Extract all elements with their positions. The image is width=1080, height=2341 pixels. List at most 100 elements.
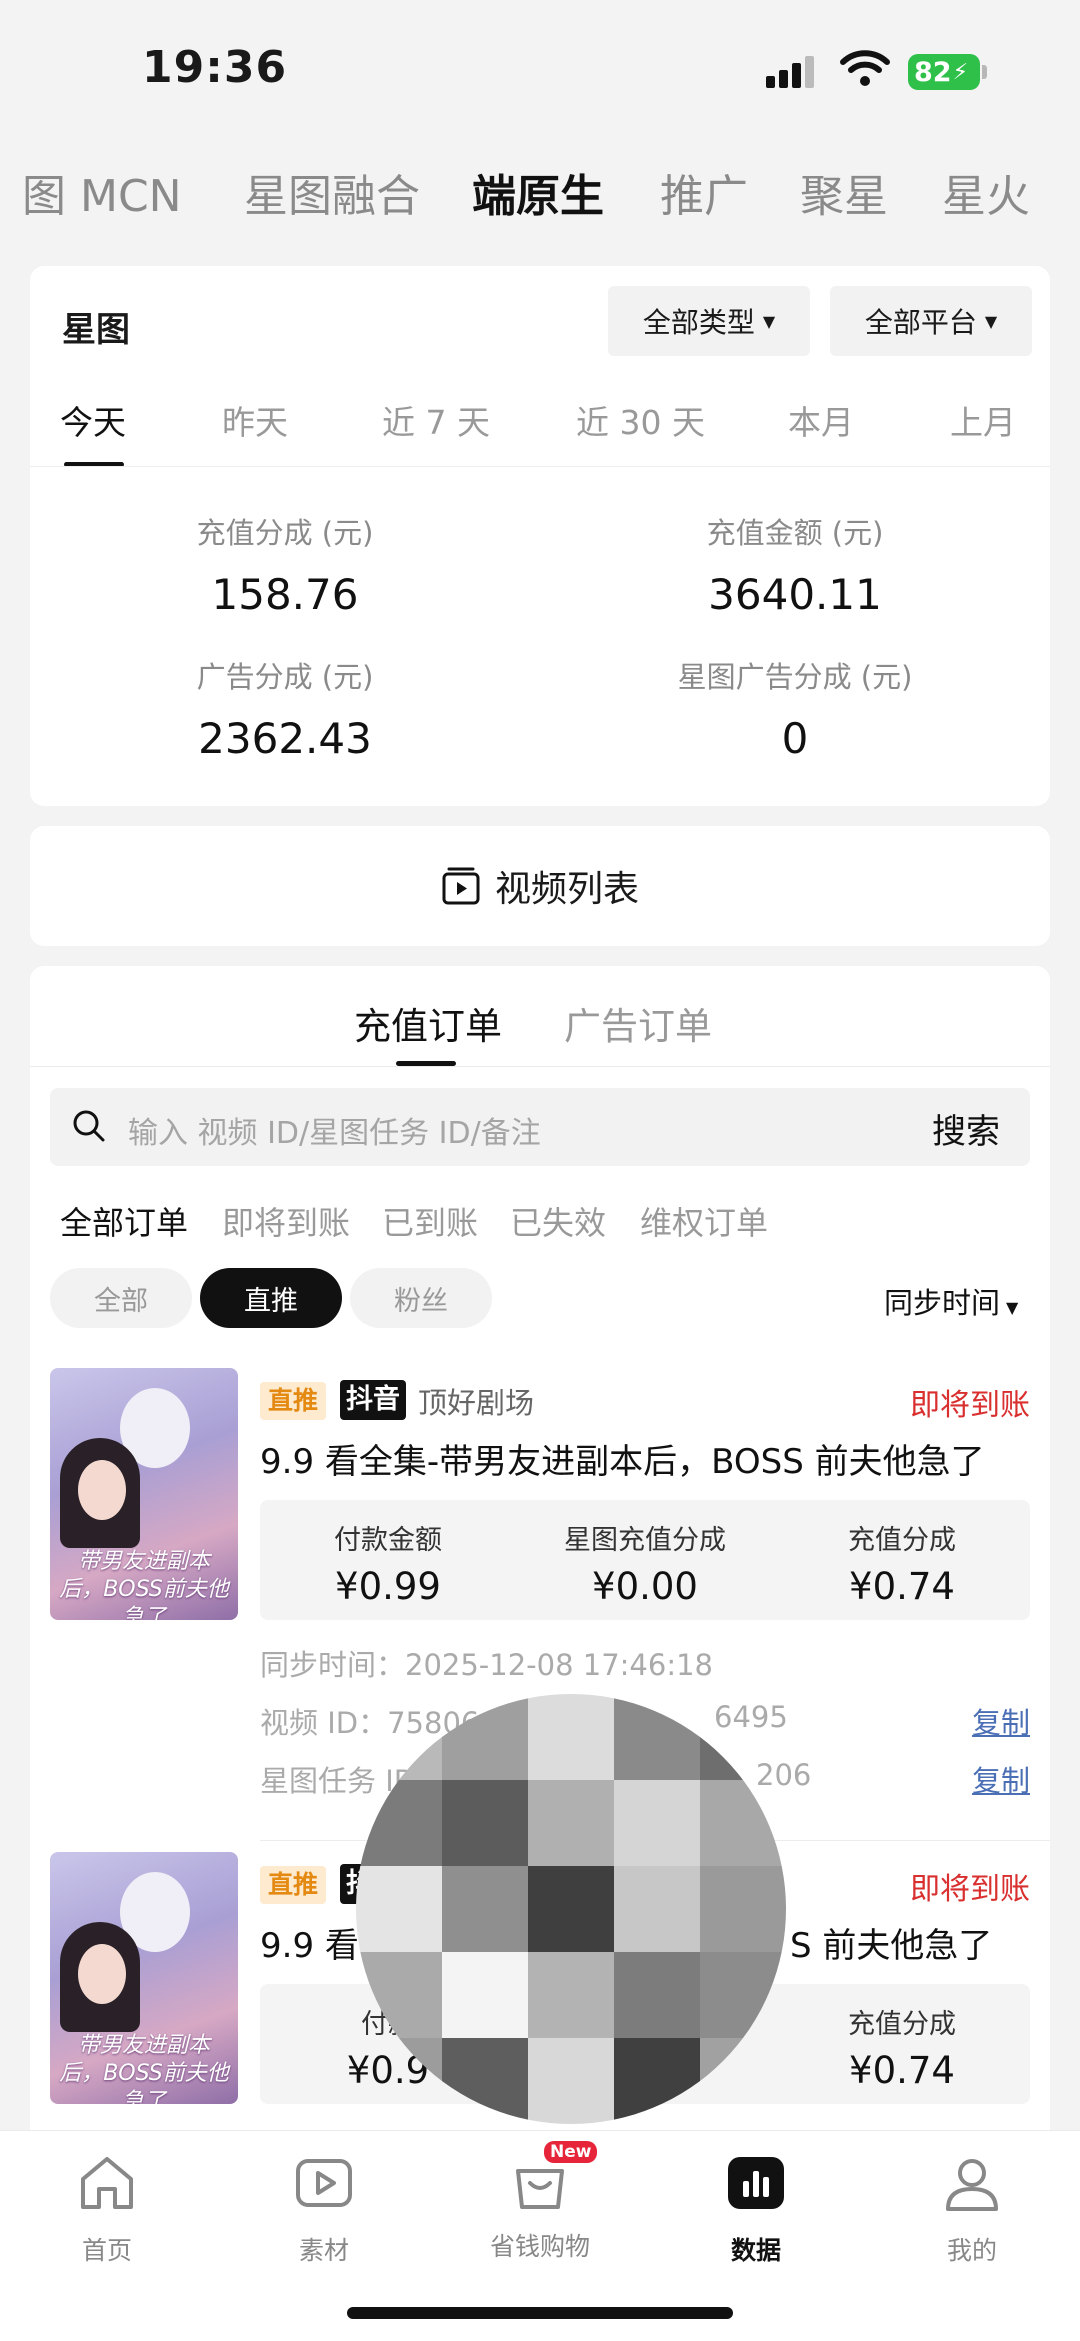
tab-recharge-orders[interactable]: 充值订单: [354, 996, 502, 1050]
chip-all[interactable]: 全部: [50, 1268, 192, 1328]
type-filter-dropdown[interactable]: 全部类型 ▼: [608, 286, 810, 356]
nav-label: 省钱购物: [489, 2232, 590, 2261]
amount-value: ¥0.74: [849, 1565, 955, 1608]
divider: [30, 1066, 1050, 1067]
nav-profile[interactable]: 我的: [902, 2151, 1042, 2267]
tab-xingtu-fusion[interactable]: 星图融合: [244, 160, 420, 220]
mosaic-cell: [614, 1866, 700, 1952]
mosaic-cell: [442, 1866, 528, 1952]
amount-value: ¥0.74: [849, 2049, 955, 2092]
filter-received[interactable]: 已到账: [382, 1198, 478, 1244]
new-badge: New: [544, 2141, 598, 2163]
filter-dispute-orders[interactable]: 维权订单: [640, 1198, 768, 1244]
tab-xinghuo[interactable]: 星火: [942, 160, 1030, 220]
divider: [30, 466, 1050, 467]
amount-label: 付款金额: [334, 1525, 442, 1556]
sort-dropdown[interactable]: 同步时间 ▼: [884, 1280, 1018, 1322]
amount-recharge-share: 充值分成 ¥0.74: [774, 1518, 1030, 1608]
cover-title: 带男友进副本后，BOSS前夫他急了: [59, 2033, 229, 2104]
amount-value: ¥0.00: [592, 1565, 698, 1608]
date-tab-today[interactable]: 今天: [60, 396, 126, 444]
date-tab-this-month[interactable]: 本月: [788, 396, 854, 444]
filter-all-orders[interactable]: 全部订单: [60, 1198, 188, 1244]
direct-tag: 直推: [260, 1382, 327, 1420]
platform-filter-dropdown[interactable]: 全部平台 ▼: [830, 286, 1032, 356]
metric-label: 广告分成 (元): [196, 660, 374, 694]
cellular-signal-icon: [766, 56, 816, 88]
mosaic-cell: [614, 1780, 700, 1866]
order-title-end: S 前夫他急了: [790, 1926, 993, 1966]
nav-data[interactable]: 数据: [686, 2151, 826, 2267]
video-list-label: 视频列表: [494, 869, 639, 910]
date-tab-yesterday[interactable]: 昨天: [222, 396, 288, 444]
nav-materials[interactable]: 素材: [254, 2151, 394, 2267]
metric-value: 3640.11: [708, 570, 882, 619]
nav-label: 数据: [730, 2236, 781, 2265]
home-indicator: [347, 2307, 733, 2319]
metric-value: 0: [781, 714, 809, 763]
metric-recharge-share: 充值分成 (元) 158.76: [30, 510, 540, 619]
caret-down-icon: ▼: [762, 311, 776, 331]
nav-home[interactable]: 首页: [37, 2151, 177, 2267]
date-tab-7-days[interactable]: 近 7 天: [382, 396, 490, 444]
copy-video-id-link[interactable]: 复制: [972, 1700, 1030, 1742]
sync-time: 同步时间：2025-12-08 17:46:18: [260, 1648, 713, 1682]
date-tab-last-month[interactable]: 上月: [950, 396, 1016, 444]
metric-value: 158.76: [211, 570, 359, 619]
user-icon: [946, 2159, 998, 2211]
search-icon: [73, 1110, 105, 1142]
mosaic-cell: [442, 1780, 528, 1866]
nav-label: 我的: [946, 2236, 997, 2265]
mosaic-cell: [528, 1866, 614, 1952]
metric-recharge-amount: 充值金额 (元) 3640.11: [540, 510, 1050, 619]
chip-direct[interactable]: 直推: [200, 1268, 342, 1328]
task-id-tail: 206: [756, 1758, 812, 1792]
platform-badge: 抖音: [340, 1380, 406, 1420]
filter-upcoming[interactable]: 即将到账: [222, 1198, 350, 1244]
platform-filter-label: 全部平台: [864, 306, 977, 339]
search-input[interactable]: 输入 视频 ID/星图任务 ID/备注: [128, 1108, 541, 1152]
mosaic-cell: [614, 1952, 700, 2038]
amount-payment: 付款金额 ¥0.99: [260, 1518, 516, 1608]
metric-ad-share: 广告分成 (元) 2362.43: [30, 654, 540, 763]
metric-label: 充值分成 (元): [196, 516, 374, 550]
chip-fans[interactable]: 粉丝: [350, 1268, 492, 1328]
status-time: 19:36: [142, 42, 288, 93]
bag-icon: New: [508, 2141, 598, 2215]
tab-ad-orders[interactable]: 广告订单: [564, 996, 712, 1050]
tab-juxing[interactable]: 聚星: [800, 160, 888, 220]
caret-down-icon: ▼: [984, 311, 998, 331]
mosaic-cell: [528, 2038, 614, 2124]
amount-label: 星图充值分成: [564, 1525, 726, 1556]
stats-card: 星图 全部类型 ▼ 全部平台 ▼ 今天 昨天 近 7 天 近 30 天 本月 上月 …: [30, 266, 1050, 806]
drama-cover-image: 带男友进副本后，BOSS前夫他急了: [50, 1368, 238, 1620]
video-list-button[interactable]: 视频列表: [30, 826, 1050, 946]
amount-label: 充值分成: [848, 1525, 956, 1556]
metric-value: 2362.43: [198, 714, 372, 763]
copy-task-id-link[interactable]: 复制: [972, 1758, 1030, 1800]
metric-label: 充值金额 (元): [706, 516, 884, 550]
metric-label: 星图广告分成 (元): [677, 660, 913, 694]
caret-down-icon: ▼: [1006, 1298, 1019, 1317]
metric-xingtu-ad-share: 星图广告分成 (元) 0: [540, 654, 1050, 763]
filter-expired[interactable]: 已失效: [510, 1198, 606, 1244]
tab-native[interactable]: 端原生: [472, 160, 604, 220]
mosaic-cell: [528, 1780, 614, 1866]
type-filter-label: 全部类型: [642, 306, 755, 339]
tab-promotion[interactable]: 推广: [660, 160, 748, 220]
amount-value: ¥0.99: [335, 1565, 441, 1608]
date-tab-30-days[interactable]: 近 30 天: [576, 396, 705, 444]
search-button[interactable]: 搜索: [932, 1104, 1000, 1153]
order-title-start: 9.9 看: [260, 1926, 359, 1966]
amount-label: 充值分成: [848, 2009, 956, 2040]
home-icon: [81, 2157, 133, 2209]
sort-label: 同步时间: [884, 1286, 1001, 1320]
battery-icon: 82 ⚡: [908, 54, 980, 90]
nav-label: 首页: [81, 2236, 132, 2265]
nav-label: 素材: [298, 2236, 349, 2265]
order-title: 9.9 看全集-带男友进副本后，BOSS 前夫他急了: [260, 1442, 985, 1482]
nav-shopping[interactable]: New 省钱购物: [470, 2141, 610, 2263]
amount-xingtu-share: 星图充值分成 ¥0.00: [517, 1518, 773, 1608]
mosaic-cell: [528, 1952, 614, 2038]
tab-mcn[interactable]: 图 MCN: [22, 160, 182, 220]
